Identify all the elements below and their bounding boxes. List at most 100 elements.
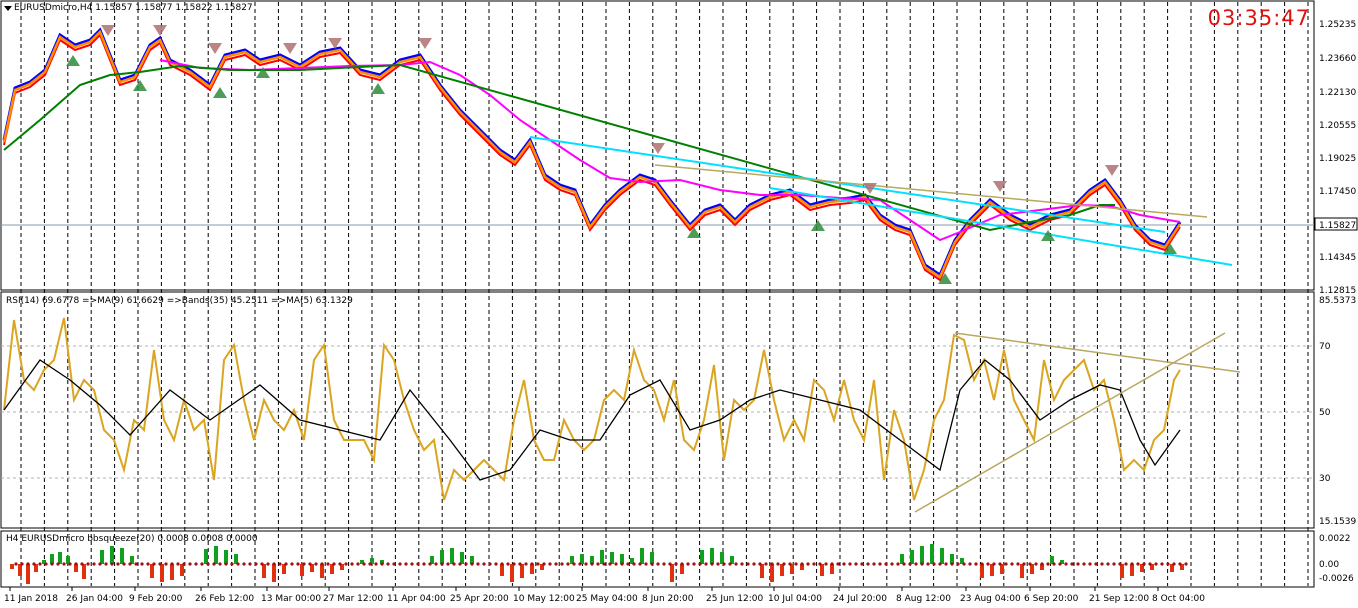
- squeeze-dot: [1130, 562, 1134, 566]
- squeeze-bar: [600, 550, 604, 564]
- squeeze-dot: [680, 562, 684, 566]
- squeeze-bar: [670, 564, 674, 582]
- squeeze-dot: [1040, 562, 1044, 566]
- squeeze-dot: [446, 562, 450, 566]
- time-label: 27 Mar 12:00: [323, 594, 383, 604]
- squeeze-dot: [770, 562, 774, 566]
- squeeze-bar: [224, 550, 228, 564]
- squeeze-bar: [760, 564, 764, 578]
- squeeze-bar: [710, 548, 714, 564]
- squeeze-dot: [638, 562, 642, 566]
- squeeze-level-label: -0.0026: [1319, 574, 1354, 584]
- squeeze-dot: [1046, 562, 1050, 566]
- squeeze-level-label: 0.0022: [1319, 534, 1351, 544]
- squeeze-dot: [218, 562, 222, 566]
- countdown-clock: 03:35:47: [1207, 6, 1310, 30]
- squeeze-dot: [704, 562, 708, 566]
- squeeze-bar: [980, 564, 984, 578]
- price-label: 1.22130: [1319, 88, 1356, 98]
- squeeze-dot: [1118, 562, 1122, 566]
- squeeze-dot: [806, 562, 810, 566]
- squeeze-bar: [940, 548, 944, 564]
- squeeze-dot: [728, 562, 732, 566]
- squeeze-dot: [1076, 562, 1080, 566]
- squeeze-dot: [752, 562, 756, 566]
- squeeze-dot: [500, 562, 504, 566]
- squeeze-dot: [302, 562, 306, 566]
- squeeze-dot: [176, 562, 180, 566]
- squeeze-dot: [1154, 562, 1158, 566]
- squeeze-dot: [1016, 562, 1020, 566]
- squeeze-dot: [140, 562, 144, 566]
- squeeze-dot: [992, 562, 996, 566]
- squeeze-dot: [368, 562, 372, 566]
- squeeze-dot: [734, 562, 738, 566]
- squeeze-dot: [32, 562, 36, 566]
- squeeze-dot: [1136, 562, 1140, 566]
- squeeze-bar: [10, 564, 14, 569]
- squeeze-dot: [878, 562, 882, 566]
- squeeze-dot: [164, 562, 168, 566]
- squeeze-bar: [510, 564, 514, 582]
- rsi-panel[interactable]: [0, 291, 1315, 529]
- squeeze-dot: [938, 562, 942, 566]
- squeeze-dot: [656, 562, 660, 566]
- squeeze-dot: [932, 562, 936, 566]
- squeeze-dot: [1094, 562, 1098, 566]
- squeeze-dot: [26, 562, 30, 566]
- squeeze-dot: [710, 562, 714, 566]
- squeeze-dot: [398, 562, 402, 566]
- squeeze-dot: [554, 562, 558, 566]
- squeeze-dot: [1022, 562, 1026, 566]
- squeeze-dot: [464, 562, 468, 566]
- rsi-level-label: 85.5373: [1319, 296, 1356, 306]
- squeeze-dot: [560, 562, 564, 566]
- squeeze-dot: [1088, 562, 1092, 566]
- squeeze-dot: [494, 562, 498, 566]
- squeeze-dot: [296, 562, 300, 566]
- squeeze-dot: [1106, 562, 1110, 566]
- squeeze-dot: [698, 562, 702, 566]
- time-label: 25 May 04:00: [576, 594, 638, 604]
- price-label: 1.15827: [1319, 221, 1356, 231]
- squeeze-dot: [374, 562, 378, 566]
- squeeze-dot: [974, 562, 978, 566]
- squeeze-bar: [1120, 564, 1124, 578]
- squeeze-dot: [800, 562, 804, 566]
- squeeze-bar: [120, 548, 124, 564]
- squeeze-dot: [1064, 562, 1068, 566]
- squeeze-dot: [428, 562, 432, 566]
- squeeze-dot: [170, 562, 174, 566]
- main-panel-title: EURUSDmicro,H4 1.15857 1.15877 1.15822 1…: [14, 3, 253, 13]
- squeeze-dot: [584, 562, 588, 566]
- squeeze-dot: [380, 562, 384, 566]
- squeeze-dot: [1034, 562, 1038, 566]
- squeeze-dot: [908, 562, 912, 566]
- squeeze-bar: [82, 564, 86, 579]
- squeeze-dot: [194, 562, 198, 566]
- squeeze-bar: [262, 564, 266, 578]
- squeeze-dot: [422, 562, 426, 566]
- squeeze-dot: [1010, 562, 1014, 566]
- squeeze-dot: [416, 562, 420, 566]
- chart-menu-icon[interactable]: [4, 6, 12, 11]
- squeeze-dot: [350, 562, 354, 566]
- squeeze-level-label: 0.00: [1319, 560, 1339, 570]
- squeeze-bar: [720, 552, 724, 564]
- squeeze-bar: [204, 549, 208, 564]
- squeeze-dot: [902, 562, 906, 566]
- squeeze-bar: [26, 564, 30, 584]
- squeeze-dot: [632, 562, 636, 566]
- squeeze-dot: [230, 562, 234, 566]
- squeeze-dot: [308, 562, 312, 566]
- price-label: 1.23660: [1319, 54, 1356, 64]
- squeeze-dot: [824, 562, 828, 566]
- squeeze-dot: [872, 562, 876, 566]
- squeeze-dot: [224, 562, 228, 566]
- squeeze-panel-title: H4 EURUSDmicro bbsqueeze(20) 0.0008 0.00…: [6, 534, 258, 544]
- squeeze-dot: [566, 562, 570, 566]
- squeeze-dot: [236, 562, 240, 566]
- squeeze-bar: [214, 546, 218, 564]
- squeeze-dot: [842, 562, 846, 566]
- squeeze-dot: [530, 562, 534, 566]
